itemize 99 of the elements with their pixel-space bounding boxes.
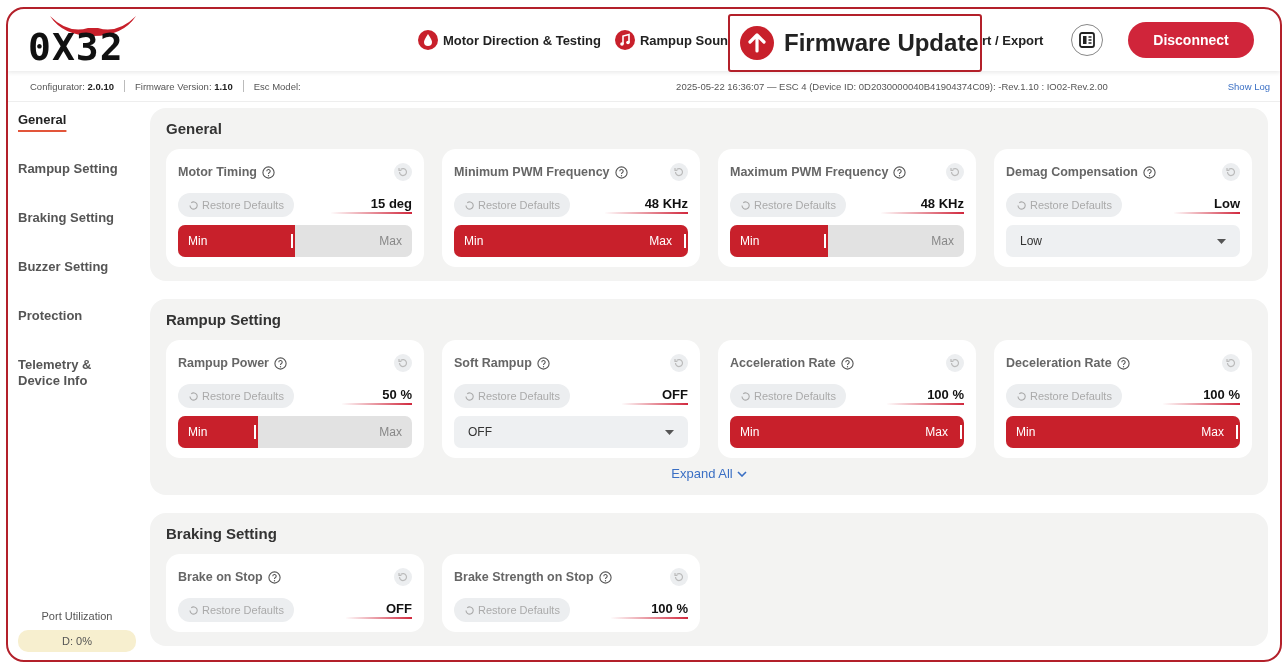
setting-value: 48 KHz — [604, 196, 688, 214]
reset-icon — [1222, 354, 1240, 372]
setting-value: 50 % — [342, 387, 412, 405]
sidebar-item[interactable]: Braking Setting — [18, 210, 126, 238]
slider-max-label: Max — [379, 234, 402, 248]
slider-min-label: Min — [188, 234, 208, 248]
help-icon — [840, 356, 854, 370]
caret-icon — [665, 429, 674, 435]
reset-icon — [464, 199, 475, 211]
slider-min-label: Min — [740, 234, 760, 248]
reset-icon — [1222, 163, 1240, 181]
reset-icon — [740, 390, 751, 402]
reset-icon — [188, 390, 199, 402]
sidebar-item[interactable]: Telemetry & Device Info — [18, 357, 126, 389]
setting-value: OFF — [346, 601, 412, 619]
sidebar-item[interactable]: Rampup Setting — [18, 161, 126, 189]
help-icon — [1142, 165, 1156, 179]
setting-value: 100 % — [1163, 387, 1240, 405]
firmware-version: Firmware Version: 1.10 — [135, 80, 233, 92]
help-icon — [267, 570, 281, 584]
callout-label: Firmware Update — [784, 29, 979, 57]
slider-min-label: Min — [464, 234, 484, 248]
setting-value: OFF — [622, 387, 688, 405]
slider-min-label: Min — [740, 425, 760, 439]
dropdown[interactable]: OFF — [454, 416, 688, 448]
reset-icon — [188, 604, 199, 616]
slider-track[interactable]: Min Max — [730, 225, 964, 257]
setting-value: 100 % — [611, 601, 688, 619]
nav-link[interactable]: Motor Direction & Testing — [418, 30, 601, 50]
port-utilization-badge: D: 0% — [18, 630, 136, 652]
reset-icon — [394, 354, 412, 372]
help-icon — [893, 165, 907, 179]
setting-value: 15 deg — [330, 196, 412, 214]
slider-min-label: Min — [188, 425, 208, 439]
slider-track[interactable]: Min Max — [454, 225, 688, 257]
reset-icon — [464, 604, 475, 616]
nav-link[interactable]: rt / Export — [982, 32, 1044, 48]
help-icon — [614, 165, 628, 179]
nav-link[interactable]: Rampup Soun — [614, 30, 729, 50]
slider-track[interactable]: Min Max — [178, 416, 412, 448]
slider-max-label: Max — [379, 425, 402, 439]
book-icon — [1078, 31, 1097, 49]
caret-icon — [1217, 238, 1226, 244]
slider-max-label: Max — [649, 234, 672, 248]
reset-icon — [946, 163, 964, 181]
setting-title: Brake Strength on Stop — [454, 570, 594, 584]
drop-icon — [418, 30, 438, 50]
port-utilization-label: Port Utilization — [40, 610, 114, 622]
reset-icon — [670, 163, 688, 181]
esc-model-label: Esc Model: — [253, 80, 301, 92]
reset-icon — [464, 390, 475, 402]
setting-value: Low — [1174, 196, 1240, 214]
slider-min-label: Min — [1016, 425, 1036, 439]
disconnect-button[interactable]: Disconnect — [1128, 22, 1254, 58]
configurator-version: Configurator: 2.0.10 — [30, 80, 114, 92]
setting-title: Maximum PWM Frequency — [730, 165, 889, 179]
logo: 0X32 — [28, 28, 124, 66]
reset-icon — [670, 568, 688, 586]
help-icon — [261, 165, 275, 179]
chevron-down-icon — [736, 470, 747, 477]
device-info: 2025-05-22 16:36:07 — ESC 4 (Device ID: 0D2030000040B41904374C09): -Rev.1.10 : IO02-Rev.2.00 — [676, 80, 1108, 92]
reset-icon — [1016, 390, 1027, 402]
setting-title: Brake on Stop — [178, 570, 263, 584]
expand-all-link[interactable]: Expand All — [664, 466, 754, 481]
music-note-icon — [614, 30, 635, 50]
help-icon — [536, 356, 550, 370]
reset-icon — [946, 354, 964, 372]
setting-title: Demag Compensation — [1006, 165, 1138, 179]
help-icon — [1116, 356, 1130, 370]
section-title: Rampup Setting — [166, 311, 282, 328]
reset-icon — [1016, 199, 1027, 211]
reset-icon — [740, 199, 751, 211]
setting-value: 48 KHz — [880, 196, 964, 214]
reset-icon — [394, 568, 412, 586]
setting-title: Deceleration Rate — [1006, 356, 1112, 370]
reset-icon — [394, 163, 412, 181]
section-title: Braking Setting — [166, 525, 278, 542]
show-log-link[interactable]: Show Log — [1227, 80, 1270, 92]
section-title: General — [166, 120, 223, 137]
slider-track[interactable]: Min Max — [178, 225, 412, 257]
setting-title: Minimum PWM Frequency — [454, 165, 610, 179]
setting-title: Motor Timing — [178, 165, 257, 179]
slider-track[interactable]: Min Max — [730, 416, 964, 448]
setting-title: Rampup Power — [178, 356, 269, 370]
slider-max-label: Max — [925, 425, 948, 439]
dropdown[interactable]: Low — [1006, 225, 1240, 257]
sidebar-item[interactable]: Buzzer Setting — [18, 259, 126, 287]
slider-max-label: Max — [1201, 425, 1224, 439]
slider-track[interactable]: Min Max — [1006, 416, 1240, 448]
reset-icon — [188, 199, 199, 211]
reset-icon — [670, 354, 688, 372]
setting-title: Soft Rampup — [454, 356, 532, 370]
sidebar-item[interactable]: Protection — [18, 308, 126, 336]
help-icon — [598, 570, 612, 584]
sidebar-item[interactable]: General — [18, 112, 126, 140]
setting-value: 100 % — [887, 387, 964, 405]
setting-title: Acceleration Rate — [730, 356, 836, 370]
help-icon — [274, 356, 287, 370]
slider-max-label: Max — [931, 234, 954, 248]
